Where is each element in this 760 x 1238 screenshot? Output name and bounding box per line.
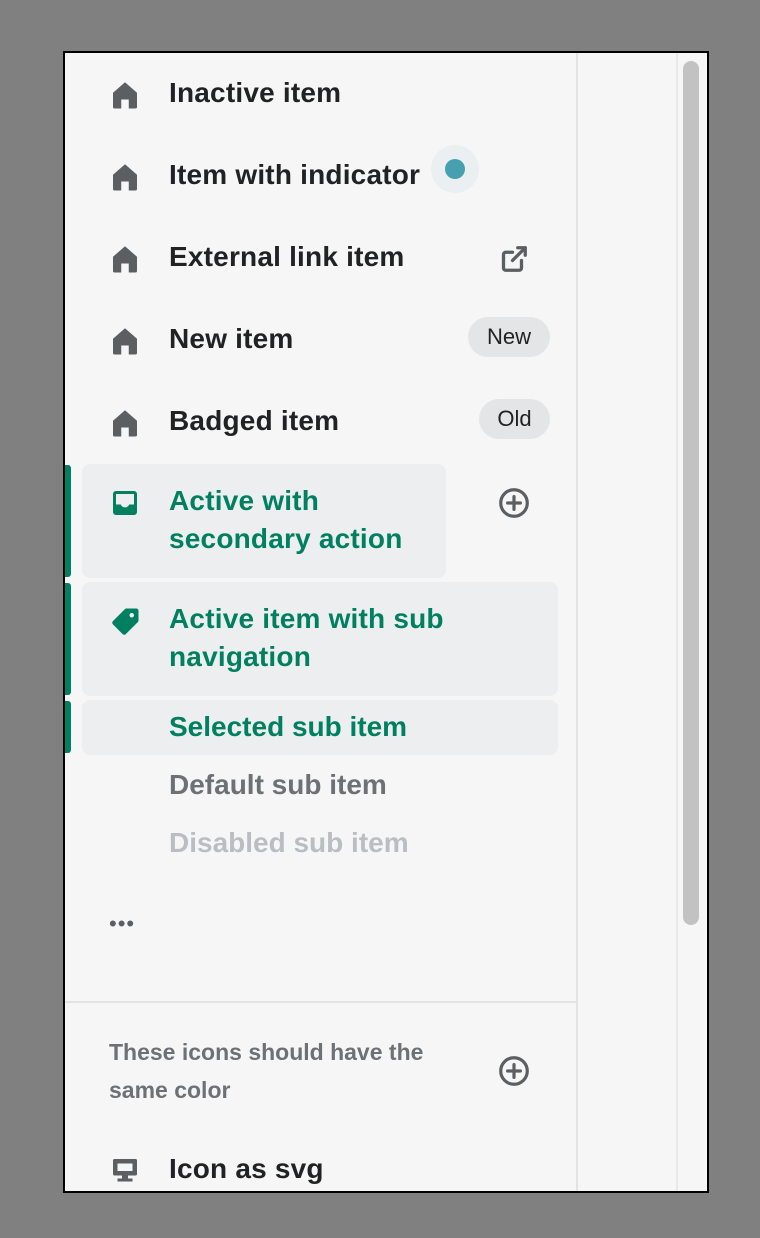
active-indicator-bar bbox=[65, 701, 71, 753]
external-link-icon[interactable] bbox=[498, 243, 530, 275]
sub-item-label: Selected sub item bbox=[169, 711, 408, 742]
home-icon bbox=[109, 161, 141, 193]
nav-item-label: Icon as svg bbox=[169, 1153, 324, 1184]
tag-icon bbox=[109, 606, 141, 638]
sub-item-disabled: Disabled sub item bbox=[169, 827, 409, 858]
nav-item-with-indicator[interactable]: Item with indicator bbox=[65, 141, 576, 211]
home-icon bbox=[109, 407, 141, 439]
nav-item-label-line2: navigation bbox=[169, 641, 312, 672]
nav-item-inactive[interactable]: Inactive item bbox=[65, 59, 576, 129]
more-items-button[interactable]: ••• bbox=[109, 911, 135, 937]
nav-item-active-secondary[interactable] bbox=[82, 464, 446, 578]
plus-circle-icon[interactable] bbox=[498, 1055, 530, 1087]
navigation: Inactive item Item with indicator Extern… bbox=[65, 53, 578, 1191]
scrollbar-thumb[interactable] bbox=[683, 61, 699, 925]
monitor-icon bbox=[109, 1155, 141, 1187]
home-icon bbox=[109, 79, 141, 111]
app-frame: Inactive item Item with indicator Extern… bbox=[63, 51, 709, 1193]
nav-item-label: Item with indicator bbox=[169, 159, 421, 190]
status-badge: Old bbox=[479, 399, 550, 439]
plus-circle-icon[interactable] bbox=[498, 487, 530, 519]
section-title: These icons should have the same color bbox=[109, 1039, 424, 1103]
nav-item-label: External link item bbox=[169, 241, 405, 272]
indicator-dot bbox=[445, 159, 465, 179]
nav-item-active-sub-navigation[interactable] bbox=[82, 582, 558, 696]
nav-item-new[interactable]: New item New bbox=[65, 305, 576, 375]
nav-item-external-link[interactable]: External link item bbox=[65, 223, 576, 293]
inbox-icon bbox=[109, 487, 141, 519]
home-icon bbox=[109, 325, 141, 357]
sub-item-default[interactable]: Default sub item bbox=[169, 769, 387, 801]
active-indicator-bar bbox=[65, 465, 71, 577]
home-icon bbox=[109, 243, 141, 275]
scrollbar-track[interactable] bbox=[678, 53, 707, 1191]
main-content-area bbox=[578, 53, 678, 1191]
nav-item-label: Badged item bbox=[169, 405, 340, 436]
nav-item-label: New item bbox=[169, 323, 294, 354]
nav-item-label-line1: Active with bbox=[169, 485, 320, 516]
new-badge: New bbox=[468, 317, 550, 357]
section-divider bbox=[65, 1001, 576, 1003]
nav-item-label-line2: secondary action bbox=[169, 523, 403, 554]
nav-item-label-line1: Active item with sub bbox=[169, 603, 444, 634]
active-indicator-bar bbox=[65, 583, 71, 695]
nav-item-icon-svg[interactable]: Icon as svg bbox=[65, 1135, 576, 1191]
nav-item-label: Inactive item bbox=[169, 77, 342, 108]
nav-item-badged[interactable]: Badged item Old bbox=[65, 387, 576, 457]
